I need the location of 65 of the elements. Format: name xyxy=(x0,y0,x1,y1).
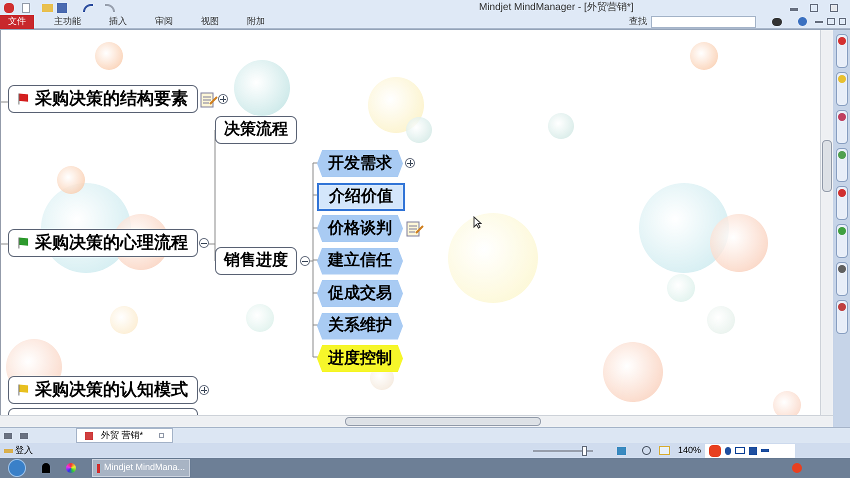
bubble-decoration xyxy=(773,391,801,415)
scrollbar-thumb[interactable] xyxy=(822,140,832,192)
zoom-level: 140% xyxy=(678,444,702,457)
panel-tab-icon[interactable] xyxy=(836,224,848,258)
ribbon-tab[interactable]: 插入 xyxy=(101,14,135,28)
keyboard-icon xyxy=(735,447,746,454)
subtopic-node[interactable]: 促成交易 xyxy=(317,280,403,307)
topic-box[interactable]: 采购决策的结构要素 xyxy=(8,85,198,113)
ribbon-tab[interactable]: 视图 xyxy=(193,14,227,28)
bubble-decoration xyxy=(246,304,274,332)
expand-icon[interactable] xyxy=(405,158,415,168)
start-button[interactable] xyxy=(8,459,26,477)
app-logo-icon xyxy=(97,464,100,472)
subtopic-node[interactable]: 价格谈判 xyxy=(317,215,403,242)
minimize-icon[interactable] xyxy=(790,8,798,10)
minimize-icon[interactable] xyxy=(815,20,823,22)
ribbon-tab[interactable]: 主功能 xyxy=(46,14,89,28)
subtopic-box[interactable]: 销售进度 xyxy=(215,247,297,275)
expand-icon[interactable] xyxy=(218,94,228,104)
mouse-cursor-icon xyxy=(473,216,482,229)
panel-tab-icon[interactable] xyxy=(836,34,848,68)
window-title: Mindjet MindManager - [外贸营销*] xyxy=(479,0,634,15)
topic-box[interactable]: 采购决策的心理流程 xyxy=(8,229,198,257)
zoom-slider-thumb[interactable] xyxy=(582,446,587,456)
bubble-decoration xyxy=(57,166,85,194)
search-field[interactable] xyxy=(651,16,756,28)
ribbon-tab[interactable]: 审阅 xyxy=(147,14,181,28)
panel-tab-icon[interactable] xyxy=(836,262,848,296)
color-wheel-icon[interactable] xyxy=(66,463,76,473)
scrollbar-thumb[interactable] xyxy=(345,417,541,426)
panel-tab-icon[interactable] xyxy=(836,186,848,220)
horizontal-scrollbar[interactable] xyxy=(0,415,833,427)
subtopic-box[interactable]: 决策流程 xyxy=(215,116,297,144)
subtopic-node[interactable]: 开发需求 xyxy=(317,150,403,177)
subtopic-node[interactable]: 建立信任 xyxy=(317,248,403,274)
subtopic-node[interactable]: 进度控制 xyxy=(317,345,403,372)
ime-logo-icon xyxy=(709,444,722,456)
collapse-icon[interactable] xyxy=(300,256,310,266)
document-tab[interactable]: 外贸 营销* xyxy=(76,428,174,443)
bubble-decoration xyxy=(690,42,718,70)
app-logo-icon xyxy=(4,2,14,12)
search-label: 查找 xyxy=(629,14,647,28)
bubble-decoration xyxy=(548,113,574,139)
restore-icon[interactable] xyxy=(810,4,818,12)
redo-icon[interactable] xyxy=(105,4,115,12)
note-icon[interactable] xyxy=(200,92,218,108)
undo-icon[interactable] xyxy=(83,4,93,12)
vertical-scrollbar[interactable] xyxy=(820,30,833,415)
panel-tab-icon[interactable] xyxy=(836,148,848,182)
panel-tab-icon[interactable] xyxy=(836,300,848,334)
topic-box[interactable]: 采购决策的认知模式 xyxy=(8,376,198,404)
panel-tab-icon[interactable] xyxy=(836,110,848,144)
ribbon-tab[interactable]: 附加 xyxy=(239,14,273,28)
bubble-decoration xyxy=(95,42,123,70)
restore-icon[interactable] xyxy=(827,18,835,25)
collapse-icon[interactable] xyxy=(199,238,209,248)
ribbon-tab[interactable]: 文件 xyxy=(0,14,34,28)
subtopic-node[interactable]: 关系维护 xyxy=(317,312,403,340)
note-icon[interactable] xyxy=(406,221,424,237)
expand-icon[interactable] xyxy=(199,385,209,395)
subtopic-node[interactable]: 介绍价值 xyxy=(317,182,405,210)
bubble-decoration xyxy=(110,306,138,334)
close-icon[interactable] xyxy=(159,433,164,438)
login-menu[interactable]: 登入 xyxy=(15,444,33,458)
new-file-icon[interactable] xyxy=(22,2,30,12)
